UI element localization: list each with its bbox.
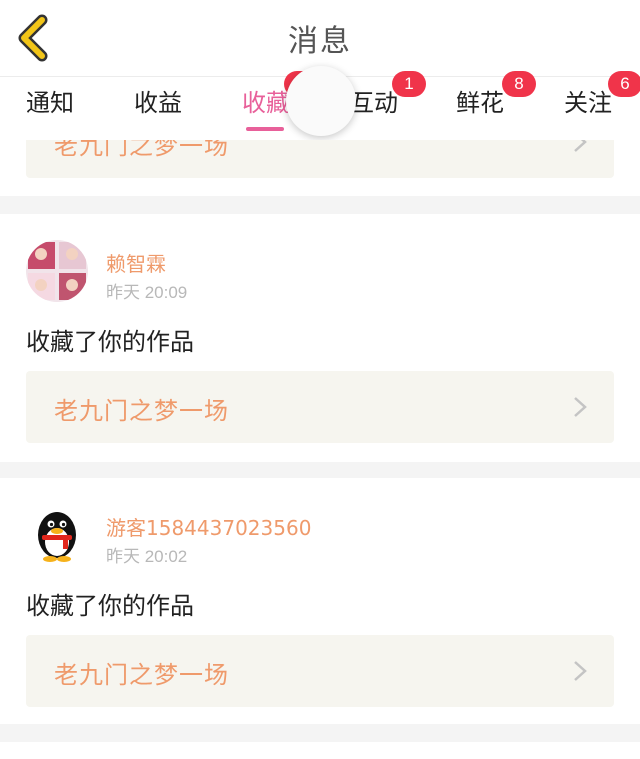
chevron-right-icon	[574, 140, 587, 152]
page-title: 消息	[288, 24, 352, 59]
tab-label: 收藏	[242, 89, 290, 117]
work-title: 老九门之梦一场	[54, 140, 229, 160]
avatar[interactable]	[26, 504, 88, 566]
tab-notice[interactable]: 通知	[26, 83, 74, 135]
tab-label: 互动	[350, 89, 398, 117]
timestamp: 昨天 20:09	[106, 283, 188, 302]
work-link[interactable]: 老九门之梦一场	[26, 635, 614, 707]
notification-card	[0, 742, 640, 759]
work-title: 老九门之梦一场	[54, 397, 229, 425]
tab-label: 关注	[564, 89, 612, 117]
work-link[interactable]: 老九门之梦一场	[26, 371, 614, 443]
tab-label: 收益	[134, 89, 182, 117]
chevron-right-icon	[574, 661, 587, 681]
tab-badge: 6	[608, 71, 640, 97]
username[interactable]: 游客1584437023560	[106, 512, 311, 541]
work-link[interactable]: 老九门之梦一场	[26, 140, 614, 178]
tab-label: 鲜花	[456, 89, 504, 117]
work-title: 老九门之梦一场	[54, 661, 229, 689]
avatar-image	[26, 240, 88, 302]
tab-favorites[interactable]: 收藏	[242, 71, 318, 135]
tab-badge: 8	[502, 71, 536, 97]
touch-indicator	[286, 66, 356, 136]
username[interactable]: 赖智霖	[106, 248, 166, 277]
timestamp: 昨天 20:02	[106, 547, 188, 566]
tab-badge: 1	[392, 71, 426, 97]
tab-earnings[interactable]: 收益	[134, 83, 182, 135]
tab-label: 通知	[26, 89, 74, 117]
notification-card: 游客1584437023560 昨天 20:02 收藏了你的作品 老九门之梦一场	[0, 478, 640, 724]
chevron-right-icon	[574, 397, 587, 417]
notification-card: 老九门之梦一场	[0, 140, 640, 196]
action-text: 收藏了你的作品	[26, 328, 194, 356]
tab-interactions[interactable]: 互动 1	[350, 71, 426, 135]
action-text: 收藏了你的作品	[26, 592, 194, 620]
top-bar: 消息	[0, 0, 640, 76]
penguin-icon	[26, 504, 88, 566]
tab-follows[interactable]: 关注 6	[564, 71, 640, 135]
avatar[interactable]	[26, 240, 88, 302]
notification-card: 赖智霖 昨天 20:09 收藏了你的作品 老九门之梦一场	[0, 214, 640, 462]
active-tab-indicator	[246, 127, 284, 131]
tab-flowers[interactable]: 鲜花 8	[456, 71, 536, 135]
